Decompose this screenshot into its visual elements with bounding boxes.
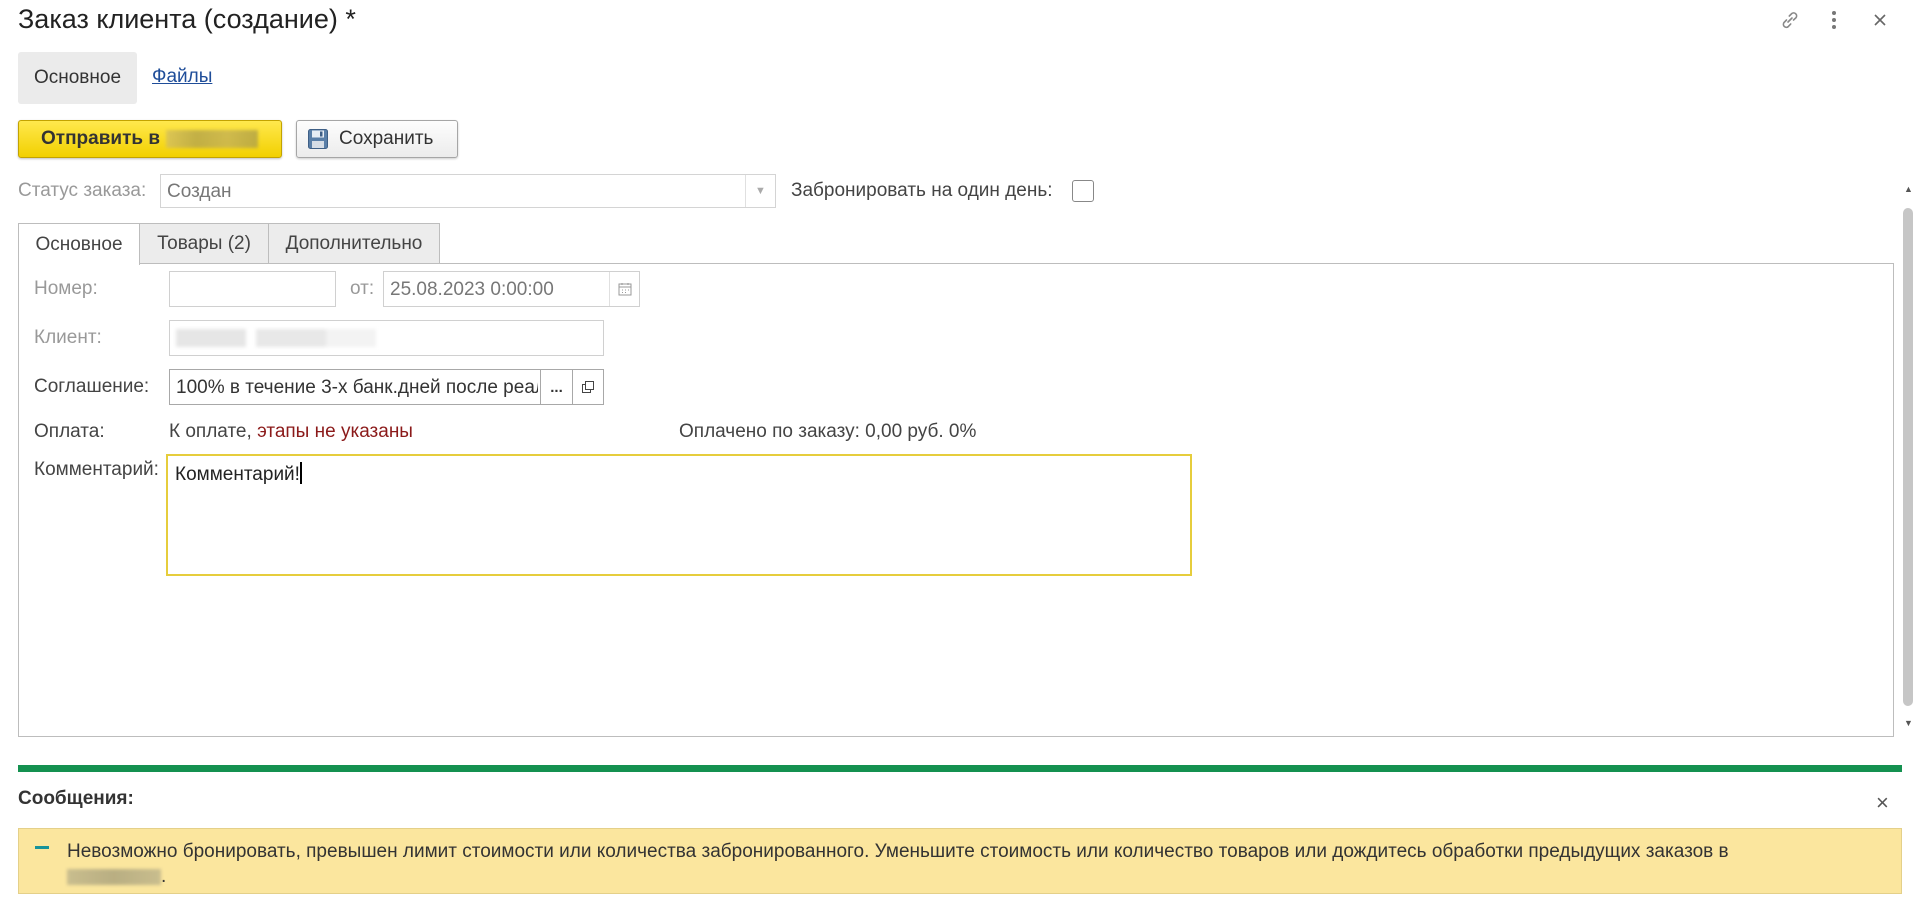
redacted-text [67,869,161,885]
chevron-down-icon[interactable]: ▼ [745,175,775,207]
paid-text: Оплачено по заказу: 0,00 руб. 0% [679,421,977,442]
payment-status: К оплате, этапы не указаны [169,421,413,443]
scroll-down-icon[interactable]: ▼ [1904,718,1913,728]
scrollbar-thumb[interactable] [1903,208,1913,706]
text-caret [299,462,302,484]
status-label: Статус заказа: [18,180,147,201]
message-item[interactable]: Невозможно бронировать, превышен лимит с… [18,828,1902,894]
select-button[interactable]: ... [540,370,572,404]
payment-stages-link[interactable]: этапы не указаны [257,421,413,442]
message-body: Невозможно бронировать, превышен лимит с… [67,841,1729,862]
comment-value: Комментарий! [175,464,300,485]
scroll-up-icon[interactable]: ▲ [1904,184,1913,194]
number-label: Номер: [34,278,98,299]
tab-main[interactable]: Основное [18,223,140,265]
tab-additional[interactable]: Дополнительно [268,223,440,264]
redacted-text [176,329,376,347]
send-button[interactable]: Отправить в [18,120,282,158]
save-button-label: Сохранить [339,128,434,149]
window-title: Заказ клиента (создание) * [18,4,356,34]
nav-files-link[interactable]: Файлы [152,66,212,88]
agreement-value: 100% в течение 3-х банк.дней после реали… [176,377,538,398]
status-value: Создан [167,181,232,202]
more-icon[interactable] [1822,8,1846,32]
redacted-text [166,130,259,148]
reserve-label: Забронировать на один день: [791,180,1053,201]
link-icon[interactable] [1778,8,1802,32]
comment-textarea[interactable]: Комментарий! [166,454,1192,576]
payment-label: Оплата: [34,421,105,442]
reserve-checkbox[interactable] [1072,180,1094,202]
floppy-disk-icon [308,129,328,149]
status-select[interactable]: Создан ▼ [160,174,776,208]
date-from-label: от: [350,278,375,299]
close-icon[interactable]: × [1876,790,1889,816]
message-text: Невозможно бронировать, превышен лимит с… [67,839,1887,889]
messages-divider [18,765,1902,772]
open-icon[interactable] [572,370,603,404]
number-input[interactable] [169,271,336,307]
close-icon[interactable] [1868,8,1892,32]
client-label: Клиент: [34,327,102,348]
payment-prefix: К оплате, [169,421,258,442]
agreement-label: Соглашение: [34,376,150,397]
comment-label: Комментарий: [34,459,159,480]
calendar-icon[interactable] [609,272,639,306]
messages-title: Сообщения: [18,788,134,809]
nav-main[interactable]: Основное [18,52,137,104]
client-input[interactable] [169,320,604,356]
date-input[interactable]: 25.08.2023 0:00:00 [383,271,640,307]
dash-icon [35,846,49,849]
save-button[interactable]: Сохранить [296,120,458,158]
agreement-input[interactable]: 100% в течение 3-х банк.дней после реали… [169,369,604,405]
send-button-label: Отправить в [41,128,161,149]
date-value: 25.08.2023 0:00:00 [390,279,554,300]
message-end: . [161,866,167,887]
tab-goods[interactable]: Товары (2) [139,223,269,264]
